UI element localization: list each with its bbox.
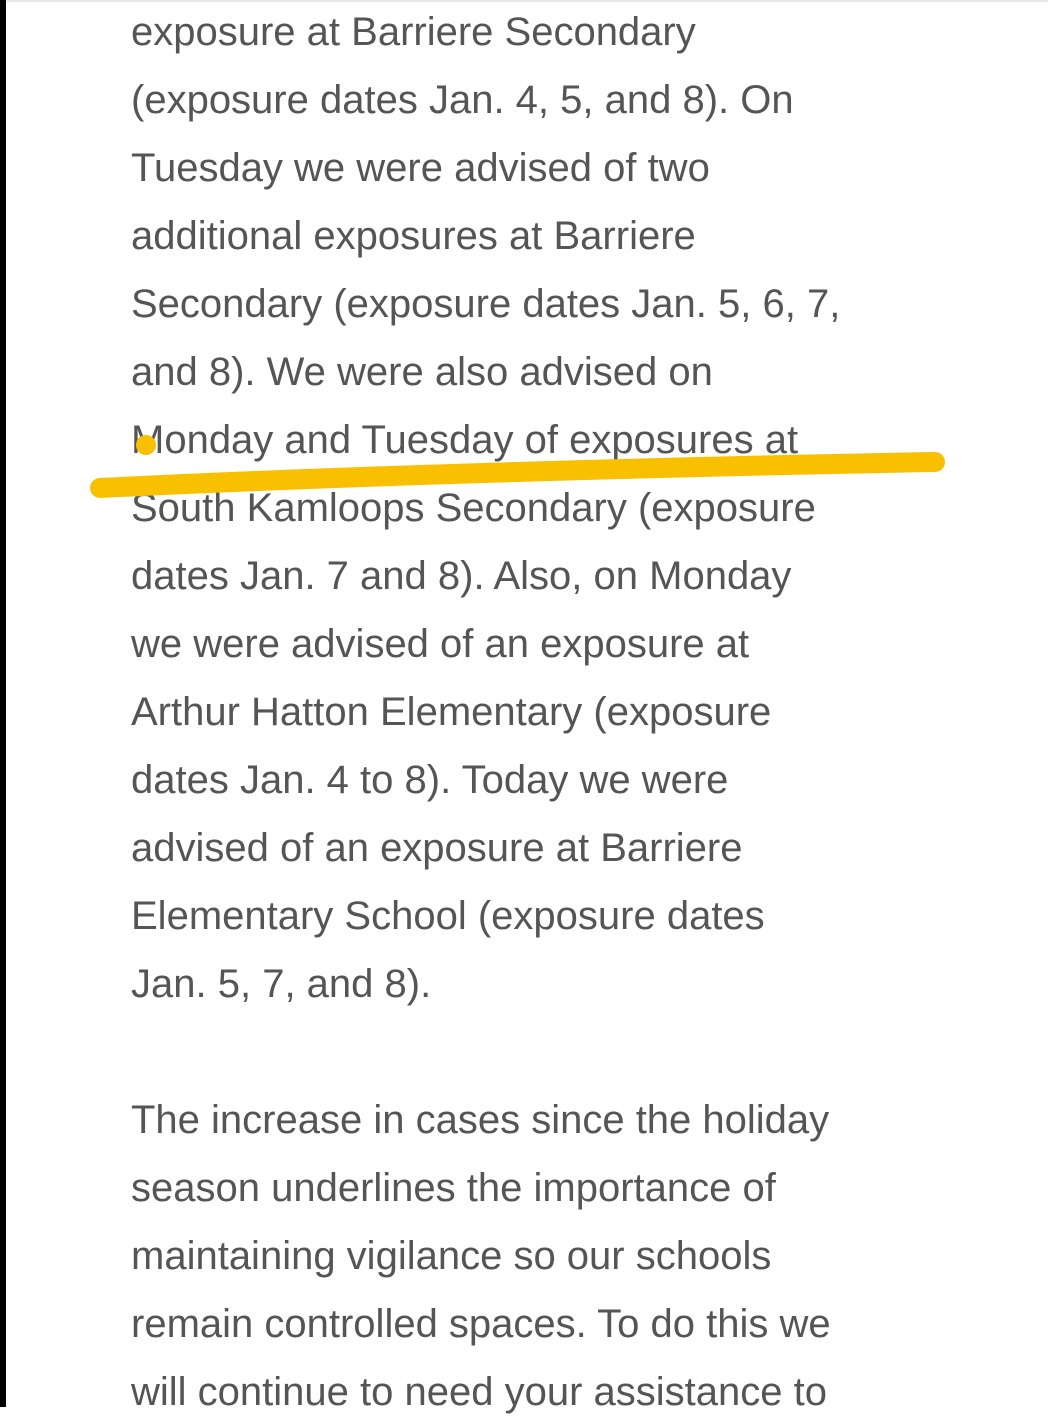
paragraph-line: season underlines the importance of — [131, 1166, 776, 1210]
paragraph-line: Monday and Tuesday of exposures at — [131, 418, 799, 462]
paragraph-line: (exposure dates Jan. 4, 5, and 8). On — [131, 78, 794, 122]
paragraph-line: Jan. 5, 7, and 8). — [131, 962, 432, 1006]
paragraph-line: Secondary (exposure dates Jan. 5, 6, 7, — [131, 282, 841, 326]
paragraph-line: and 8). We were also advised on — [131, 350, 713, 394]
paragraph-line: Tuesday we were advised of two — [131, 146, 710, 190]
paragraph-line: exposure at Barriere Secondary — [131, 10, 696, 54]
paragraph-line: The increase in cases since the holiday — [131, 1098, 830, 1142]
paragraph-line: dates Jan. 4 to 8). Today we were — [131, 758, 729, 802]
paragraph-line: Elementary School (exposure dates — [131, 894, 765, 938]
paragraph-line: advised of an exposure at Barriere — [131, 826, 743, 870]
paragraph-line: Arthur Hatton Elementary (exposure — [131, 690, 772, 734]
paragraph-line: additional exposures at Barriere — [131, 214, 696, 258]
paragraph-line: will continue to need your assistance to — [131, 1370, 827, 1414]
paragraph-line: South Kamloops Secondary (exposure — [131, 486, 816, 530]
paragraph-line: dates Jan. 7 and 8). Also, on Monday — [131, 554, 792, 598]
paragraph-line: maintaining vigilance so our schools — [131, 1234, 772, 1278]
paragraph-line: remain controlled spaces. To do this we — [131, 1302, 831, 1346]
paragraph-line: we were advised of an exposure at — [131, 622, 750, 666]
screen-edge — [0, 0, 6, 1407]
